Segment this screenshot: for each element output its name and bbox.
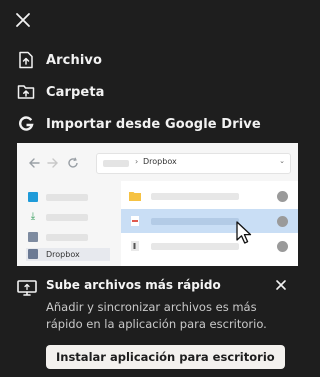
chevron-right-icon: › bbox=[135, 157, 139, 166]
sidebar-row bbox=[26, 191, 110, 204]
google-icon bbox=[16, 114, 36, 134]
sidebar-row: ⤓ bbox=[26, 211, 110, 224]
sync-status-icon bbox=[277, 241, 288, 252]
mouse-cursor-icon bbox=[236, 221, 252, 244]
desktop-app-banner: Sube archivos más rápido Añadir y sincro… bbox=[0, 266, 298, 377]
file-row bbox=[121, 259, 298, 266]
close-icon[interactable] bbox=[14, 11, 32, 29]
sync-status-icon bbox=[277, 191, 288, 202]
file-upload-icon bbox=[16, 50, 36, 70]
illustration-sidebar: ⤓ Dropbox bbox=[17, 181, 115, 266]
desktop-app-illustration: › Dropbox ⌄ ⤓ Dropbox bbox=[17, 143, 298, 266]
illustration-file-list bbox=[121, 181, 298, 266]
file-row-selected bbox=[121, 209, 298, 233]
sync-status-icon bbox=[277, 216, 288, 227]
illustration-toolbar: › Dropbox ⌄ bbox=[17, 143, 298, 181]
desktop-computer-icon bbox=[17, 280, 37, 296]
menu-item-label: Importar desde Google Drive bbox=[46, 116, 261, 132]
upload-menu: Archivo Carpeta Importar desde Google Dr… bbox=[0, 44, 298, 140]
refresh-icon bbox=[68, 157, 78, 168]
address-bar: › Dropbox ⌄ bbox=[96, 153, 291, 174]
menu-item-google-drive[interactable]: Importar desde Google Drive bbox=[0, 108, 298, 140]
back-arrow-icon bbox=[29, 158, 40, 168]
sidebar-item-dropbox: Dropbox bbox=[26, 248, 110, 261]
banner-title: Sube archivos más rápido bbox=[46, 278, 221, 292]
upload-panel: Archivo Carpeta Importar desde Google Dr… bbox=[0, 0, 298, 377]
install-desktop-app-button[interactable]: Instalar aplicación para escritorio bbox=[46, 345, 285, 369]
file-row bbox=[121, 184, 298, 208]
forward-arrow-icon bbox=[47, 158, 58, 168]
banner-description: Añadir y sincronizar archivos es más ráp… bbox=[46, 300, 267, 331]
folder-icon bbox=[129, 192, 141, 201]
close-banner-icon[interactable] bbox=[274, 278, 288, 292]
file-row bbox=[121, 234, 298, 258]
menu-item-label: Archivo bbox=[46, 52, 102, 68]
folder-upload-icon bbox=[16, 82, 36, 102]
sidebar-row bbox=[26, 231, 110, 244]
menu-item-archivo[interactable]: Archivo bbox=[0, 44, 298, 76]
address-text: Dropbox bbox=[143, 157, 177, 166]
menu-item-carpeta[interactable]: Carpeta bbox=[0, 76, 298, 108]
document-icon bbox=[131, 241, 139, 251]
chevron-down-icon: ⌄ bbox=[279, 157, 285, 165]
menu-item-label: Carpeta bbox=[46, 84, 105, 100]
sidebar-item-label: Dropbox bbox=[46, 250, 80, 259]
pdf-file-icon bbox=[131, 216, 139, 226]
